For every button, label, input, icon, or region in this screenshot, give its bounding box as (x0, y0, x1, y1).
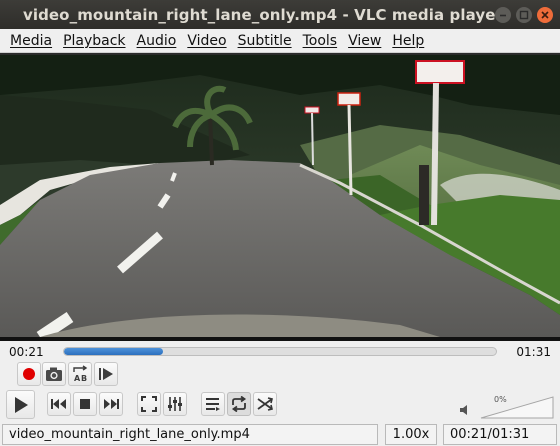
record-button[interactable] (17, 362, 41, 386)
playback-speed[interactable]: 1.00x (385, 424, 437, 445)
shuffle-button[interactable] (253, 392, 277, 416)
stop-icon (80, 399, 90, 409)
menu-view[interactable]: View (343, 33, 386, 49)
playlist-icon (206, 398, 220, 411)
volume-slider[interactable] (480, 395, 555, 419)
previous-icon (51, 399, 66, 409)
frame-step-icon (99, 368, 113, 380)
total-time: 01:31 (516, 345, 551, 359)
next-button[interactable] (99, 392, 123, 416)
snapshot-button[interactable] (42, 362, 66, 386)
menu-media[interactable]: Media (5, 33, 57, 49)
controls-panel: 00:21 01:31 A B 0% (0, 341, 560, 423)
previous-button[interactable] (47, 392, 71, 416)
stop-button[interactable] (73, 392, 97, 416)
seek-progress-fill (64, 348, 164, 355)
minimize-icon (500, 14, 506, 17)
next-icon (104, 399, 119, 409)
status-bar: video_mountain_right_lane_only.mp4 1.00x… (0, 423, 560, 446)
fullscreen-button[interactable] (137, 392, 161, 416)
frame-step-button[interactable] (94, 362, 118, 386)
shuffle-icon (257, 397, 273, 411)
seek-slider[interactable] (63, 347, 497, 356)
title-bar: video_mountain_right_lane_only.mp4 - VLC… (0, 0, 560, 29)
menu-bar: Media Playback Audio Video Subtitle Tool… (0, 29, 560, 53)
video-frame-image (0, 55, 560, 337)
record-icon (23, 368, 35, 380)
menu-audio[interactable]: Audio (132, 33, 182, 49)
window-title: video_mountain_right_lane_only.mp4 - VLC… (22, 5, 504, 24)
maximize-icon (519, 10, 529, 20)
svg-text:B: B (81, 374, 87, 383)
play-icon (14, 396, 28, 413)
video-display[interactable] (0, 55, 560, 337)
status-filename: video_mountain_right_lane_only.mp4 (2, 424, 378, 445)
camera-icon (46, 367, 62, 381)
menu-video[interactable]: Video (182, 33, 231, 49)
loop-icon (231, 396, 247, 412)
speaker-icon[interactable] (459, 404, 471, 416)
status-time[interactable]: 00:21/01:31 (443, 424, 557, 445)
elapsed-time: 00:21 (9, 345, 44, 359)
equalizer-icon (168, 397, 182, 411)
play-button[interactable] (6, 390, 35, 419)
playlist-button[interactable] (201, 392, 225, 416)
maximize-button[interactable] (516, 7, 532, 23)
close-button[interactable] (537, 7, 553, 23)
volume-percent: 0% (494, 395, 507, 404)
svg-text:A: A (74, 374, 81, 383)
ab-loop-button[interactable]: A B (68, 362, 92, 386)
menu-subtitle[interactable]: Subtitle (233, 33, 297, 49)
menu-help[interactable]: Help (387, 33, 429, 49)
ab-loop-icon: A B (73, 365, 88, 383)
menu-playback[interactable]: Playback (58, 33, 130, 49)
fullscreen-icon (141, 396, 157, 412)
extended-settings-button[interactable] (163, 392, 187, 416)
close-icon (541, 11, 549, 19)
menu-tools[interactable]: Tools (298, 33, 343, 49)
minimize-button[interactable] (495, 7, 511, 23)
loop-button[interactable] (227, 392, 251, 416)
